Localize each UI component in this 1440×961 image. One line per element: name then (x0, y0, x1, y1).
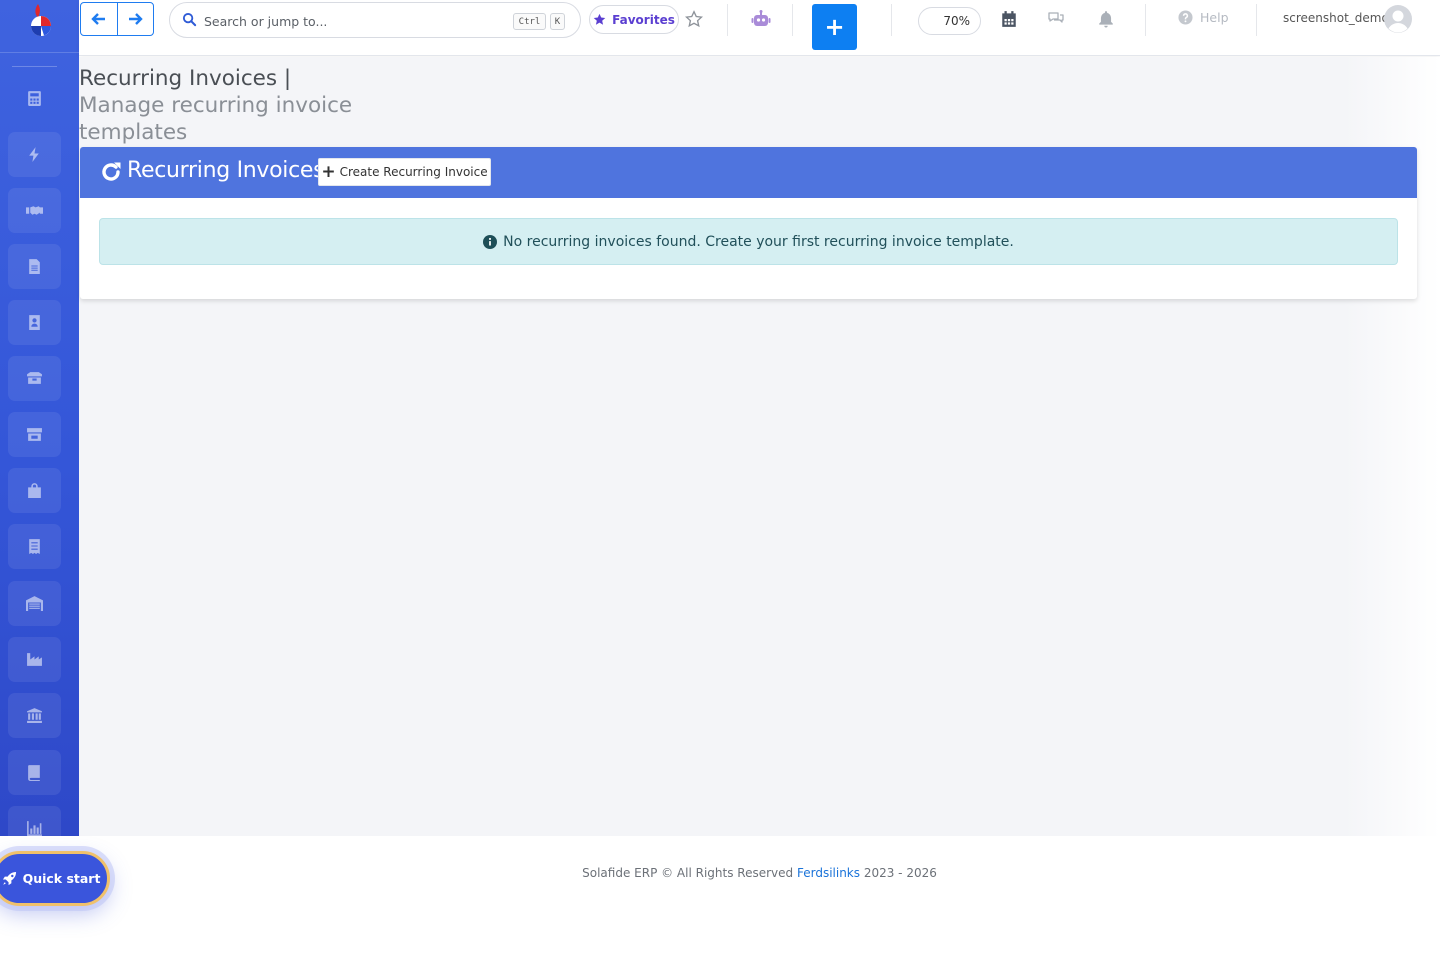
user-avatar-icon[interactable] (1383, 4, 1413, 34)
bank-icon (27, 708, 42, 723)
favorites-button[interactable]: Favorites (589, 5, 679, 34)
back-button[interactable] (81, 3, 117, 35)
help-link[interactable]: Help (1178, 10, 1229, 25)
sidebar-item-inventory[interactable] (8, 356, 61, 401)
card-title: Recurring Invoices (127, 158, 325, 183)
sidebar-item-accounting[interactable] (8, 750, 61, 795)
topbar-divider (1145, 4, 1146, 36)
plus-icon: + (824, 13, 845, 41)
sidebar-item-invoices[interactable] (8, 524, 61, 569)
question-circle-icon (1178, 10, 1193, 25)
favorites-label: Favorites (612, 12, 675, 27)
card-header: Recurring Invoices + Create Recurring In… (80, 147, 1417, 198)
page-title: Recurring Invoices | Manage recurring in… (79, 65, 379, 146)
handshake-icon (26, 206, 43, 215)
sidebar-item-warehouse[interactable] (8, 581, 61, 626)
topbar-divider (792, 4, 793, 36)
quick-start-button[interactable]: Quick start (0, 851, 110, 906)
sidebar-item-documents[interactable] (8, 244, 61, 289)
sidebar-item-quick-actions[interactable] (8, 132, 61, 177)
plus-icon: + (321, 161, 336, 182)
contact-icon (29, 315, 40, 330)
empty-state-message: No recurring invoices found. Create your… (503, 233, 1014, 250)
calendar-icon[interactable] (1000, 10, 1018, 28)
footer-company-link[interactable]: Ferdsilinks (797, 866, 860, 880)
app-logo[interactable] (26, 2, 56, 38)
robot-assistant-icon[interactable] (751, 10, 771, 28)
topbar: Ctrl K Favorites + 70% Help screenshot_d… (79, 0, 1440, 56)
search-input[interactable] (204, 11, 504, 31)
sidebar-item-contacts[interactable] (8, 300, 61, 345)
page-subtitle: Manage recurring invoice templates (79, 93, 353, 145)
topbar-divider (1256, 4, 1257, 36)
create-button-label: Create Recurring Invoice (339, 165, 488, 179)
quick-start-label: Quick start (22, 871, 101, 886)
shortcut-ctrl-key: Ctrl (513, 13, 546, 30)
help-label: Help (1200, 10, 1229, 25)
sidebar-divider (0, 52, 79, 53)
bolt-icon (29, 147, 39, 162)
sidebar-item-manufacturing[interactable] (8, 637, 61, 682)
info-circle-icon (483, 234, 498, 249)
empty-state-alert: No recurring invoices found. Create your… (99, 218, 1398, 265)
bell-icon[interactable] (1097, 10, 1115, 28)
sidebar-item-calculator[interactable] (8, 76, 61, 121)
calculator-icon (28, 91, 41, 106)
refresh-icon (102, 162, 121, 181)
sidebar-item-banking[interactable] (8, 693, 61, 738)
page-title-text: Recurring Invoices | (79, 66, 292, 91)
boxes-icon (27, 372, 42, 384)
recurring-invoices-card: Recurring Invoices + Create Recurring In… (80, 147, 1417, 299)
industry-icon (27, 653, 42, 666)
forward-button[interactable] (116, 3, 153, 35)
shopping-bag-icon (28, 483, 41, 498)
zoom-level-value: 70% (943, 14, 970, 28)
sidebar-item-store[interactable] (8, 412, 61, 457)
main-content: Recurring Invoices | Manage recurring in… (79, 57, 1440, 836)
global-search: Ctrl K (169, 2, 581, 38)
chart-icon (27, 821, 42, 836)
username[interactable]: screenshot_demo (1283, 11, 1389, 25)
footer: Solafide ERP © All Rights Reserved Ferds… (79, 836, 1440, 961)
footer-years: 2023 - 2026 (863, 866, 937, 880)
footer-copyright: Solafide ERP © All Rights Reserved (582, 866, 794, 880)
sidebar-item-crm[interactable] (8, 188, 61, 233)
footer-text: Solafide ERP © All Rights Reserved Ferds… (79, 866, 1440, 880)
file-icon (29, 259, 40, 274)
add-favorite-star-icon[interactable] (685, 10, 703, 28)
sidebar-item-sales[interactable] (8, 468, 61, 513)
topbar-divider (891, 4, 892, 36)
chat-icon[interactable] (1047, 10, 1065, 28)
star-icon (593, 13, 606, 25)
warehouse-icon (26, 596, 43, 611)
shortcut-k-key: K (550, 13, 565, 30)
sidebar-divider (12, 66, 57, 67)
book-icon (28, 765, 40, 781)
history-nav (80, 2, 154, 36)
sidebar-item-reports[interactable] (8, 806, 61, 851)
zoom-level-control[interactable]: 70% (918, 7, 981, 35)
store-icon (27, 428, 42, 441)
arrow-left-icon (91, 13, 105, 25)
topbar-divider (727, 4, 728, 36)
arrow-right-icon (129, 13, 144, 25)
receipt-icon (29, 539, 40, 554)
search-icon (182, 12, 197, 27)
rocket-icon (2, 871, 16, 886)
create-recurring-invoice-button[interactable]: + Create Recurring Invoice (318, 158, 491, 186)
quick-create-button[interactable]: + (812, 4, 857, 50)
sidebar (0, 0, 79, 851)
